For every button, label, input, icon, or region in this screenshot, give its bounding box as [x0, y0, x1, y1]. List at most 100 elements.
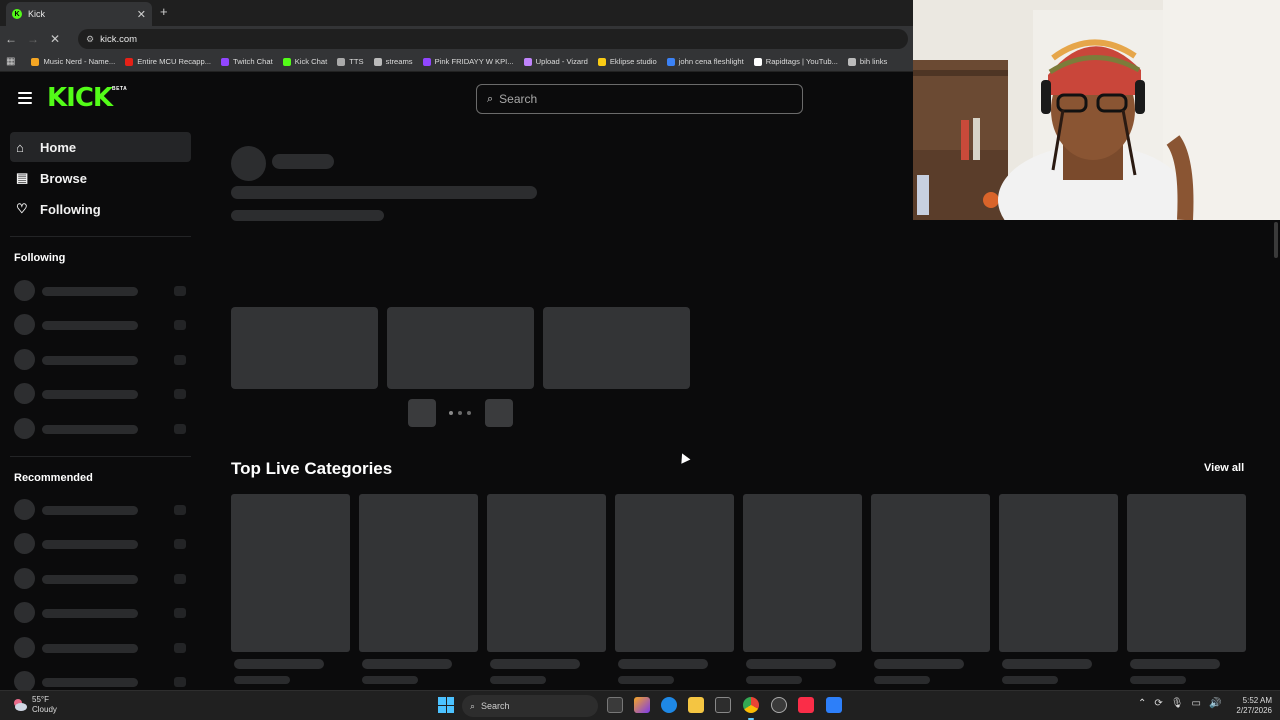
sync-icon[interactable]: ⟳ — [1154, 698, 1162, 709]
category-card-skeleton[interactable] — [615, 494, 734, 652]
bookmark-item[interactable]: Kick Chat — [282, 57, 328, 66]
carousel-prev-button[interactable] — [408, 399, 436, 427]
category-card-skeleton[interactable] — [1127, 494, 1246, 652]
file-explorer-icon[interactable] — [688, 697, 704, 713]
sidebar-item-label: Home — [40, 139, 77, 155]
carousel-dot[interactable] — [458, 411, 462, 415]
bookmark-item[interactable]: streams — [373, 57, 413, 66]
taskbar-clock[interactable]: 5:52 AM 2/27/2026 — [1228, 696, 1272, 716]
category-card-skeleton[interactable] — [359, 494, 478, 652]
bookmark-favicon-icon — [31, 57, 40, 66]
carousel-card-skeleton[interactable] — [231, 307, 378, 389]
sidebar-item-label: Following — [40, 201, 101, 217]
kick-favicon-icon: K — [12, 9, 22, 19]
carousel-dot[interactable] — [449, 411, 453, 415]
bookmark-favicon-icon — [597, 57, 606, 66]
carousel-card-skeleton[interactable] — [543, 307, 690, 389]
sidebar-skeleton-row — [14, 418, 194, 439]
bookmark-label: Pink FRIDAYY W KPI... — [434, 57, 514, 66]
sidebar-heading-recommended: Recommended — [14, 472, 93, 484]
chrome-icon[interactable] — [743, 697, 759, 713]
weather-widget[interactable]: 55°F Cloudy — [12, 695, 57, 715]
bookmark-item[interactable]: TTS — [337, 57, 364, 66]
volume-icon[interactable]: 🔊 — [1209, 698, 1221, 709]
bookmark-label: Entire MCU Recapp... — [137, 57, 212, 66]
bookmark-item[interactable]: Twitch Chat — [221, 57, 273, 66]
category-card-skeleton[interactable] — [231, 494, 350, 652]
notepad-icon[interactable] — [826, 697, 842, 713]
category-title-skeleton — [618, 659, 708, 669]
view-all-link[interactable]: View all — [1204, 462, 1244, 474]
bookmark-item[interactable]: Pink FRIDAYY W KPI... — [422, 57, 514, 66]
sidebar-divider — [10, 456, 191, 457]
forward-icon[interactable]: → — [22, 32, 44, 46]
task-view-icon[interactable] — [607, 697, 623, 713]
new-tab-icon[interactable]: + — [160, 4, 168, 19]
browser-tab-kick[interactable]: K Kick ✕ — [6, 2, 152, 26]
bookmark-label: Music Nerd - Name... — [43, 57, 116, 66]
taskbar-search-label: Search — [481, 701, 510, 711]
category-card-skeleton[interactable] — [487, 494, 606, 652]
sidebar-heading-following: Following — [14, 252, 66, 264]
search-placeholder: Search — [499, 92, 538, 106]
carousel-card-skeleton[interactable] — [387, 307, 534, 389]
category-viewers-skeleton — [1130, 676, 1186, 684]
bookmark-item[interactable]: john cena fleshlight — [666, 57, 744, 66]
sidebar-skeleton-row — [14, 314, 194, 335]
bookmark-item[interactable]: Music Nerd - Name... — [31, 57, 115, 66]
bookmark-item[interactable]: Eklipse studio — [597, 57, 657, 66]
sidebar-skeleton-row — [14, 671, 194, 690]
beta-badge: BETA — [112, 86, 128, 92]
music-app-icon[interactable] — [798, 697, 814, 713]
taskbar-search[interactable]: ⌕ Search — [462, 695, 598, 717]
chevron-up-icon[interactable]: ⌃ — [1138, 698, 1146, 709]
edge-browser-icon[interactable] — [661, 697, 677, 713]
sidebar-divider — [10, 236, 191, 237]
featured-avatar-skeleton — [231, 146, 266, 181]
bookmark-item[interactable]: Entire MCU Recapp... — [125, 57, 211, 66]
close-tab-icon[interactable]: ✕ — [137, 8, 146, 21]
bookmark-item[interactable]: Upload - Vizard — [523, 57, 588, 66]
bookmark-item[interactable]: bih links — [847, 57, 887, 66]
category-card-skeleton[interactable] — [871, 494, 990, 652]
bookmark-label: streams — [385, 57, 413, 66]
back-icon[interactable]: ← — [0, 32, 22, 46]
category-card-skeleton[interactable] — [743, 494, 862, 652]
copilot-icon[interactable] — [634, 697, 650, 713]
bookmark-label: Upload - Vizard — [535, 57, 588, 66]
sidebar-skeleton-row — [14, 349, 194, 370]
category-title-skeleton — [1002, 659, 1092, 669]
sidebar-skeleton-row — [14, 568, 194, 589]
search-input[interactable]: ⌕ Search — [476, 84, 803, 114]
carousel-next-button[interactable] — [485, 399, 513, 427]
windows-start-icon[interactable] — [438, 697, 454, 713]
sidebar-item-browse[interactable]: ▤ Browse — [10, 163, 191, 193]
microphone-icon[interactable]: 🎙 — [1171, 698, 1184, 709]
url-field[interactable]: ⚙ kick.com — [78, 29, 908, 49]
browser-tab-bar: K Kick ✕ + — [0, 0, 913, 26]
category-card-skeleton[interactable] — [999, 494, 1118, 652]
bookmark-item[interactable]: Rapidtags | YouTub... — [753, 57, 838, 66]
obs-icon[interactable] — [771, 697, 787, 713]
carousel-dot[interactable] — [467, 411, 471, 415]
bookmark-favicon-icon — [125, 57, 134, 66]
webcam-feed — [913, 0, 1280, 220]
network-icon[interactable]: ▭ — [1191, 698, 1200, 709]
sidebar-item-following[interactable]: ♡ Following — [10, 194, 191, 224]
sidebar-item-home[interactable]: ⌂ Home — [10, 132, 191, 162]
bookmark-favicon-icon — [523, 57, 532, 66]
section-title-top-live-categories: Top Live Categories — [231, 459, 393, 478]
kick-logo[interactable]: KICK — [47, 82, 113, 114]
menu-icon[interactable] — [18, 92, 32, 104]
bookmark-label: Kick Chat — [294, 57, 328, 66]
category-title-skeleton — [234, 659, 324, 669]
sidebar-skeleton-row — [14, 499, 194, 520]
microsoft-store-icon[interactable] — [715, 697, 731, 713]
sidebar-skeleton-row — [14, 383, 194, 404]
apps-grid-icon[interactable]: ▦ — [6, 56, 15, 67]
category-viewers-skeleton — [362, 676, 418, 684]
stop-loading-icon[interactable]: ✕ — [44, 32, 66, 46]
page-scrollbar[interactable] — [1274, 222, 1278, 258]
site-info-icon[interactable]: ⚙ — [86, 34, 94, 45]
clock-time: 5:52 AM — [1242, 696, 1272, 705]
